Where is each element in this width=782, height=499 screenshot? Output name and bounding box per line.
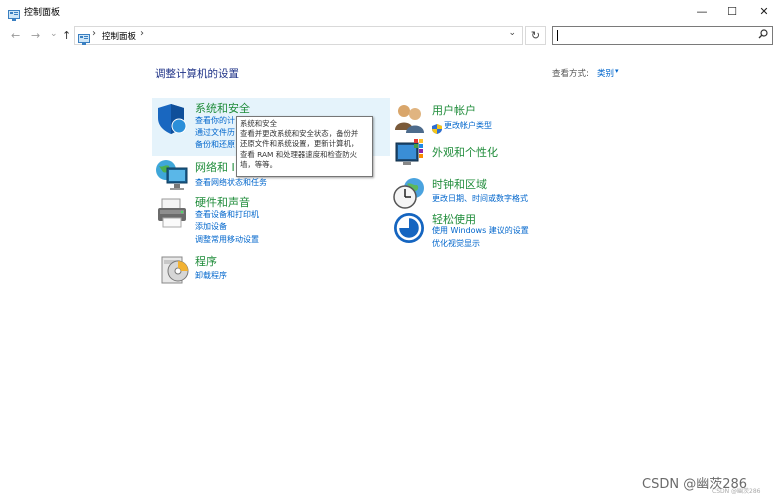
content-area: 调整计算机的设置 查看方式: 类别 ▾ 系统和安全 查看你的计 通过文件历 备份… (0, 48, 782, 499)
page-title: 调整计算机的设置 (155, 68, 239, 80)
link-view-computer-status[interactable]: 查看你的计 (195, 115, 235, 126)
chevron-right-icon[interactable]: › (140, 28, 144, 39)
refresh-button[interactable]: ↻ (525, 26, 546, 45)
link-devices-printers[interactable]: 查看设备和打印机 (195, 209, 259, 220)
title-bar: 控制面板 — ☐ ✕ (0, 0, 782, 24)
link-change-account-type[interactable]: 更改帐户类型 (444, 120, 492, 131)
control-panel-icon (78, 30, 90, 45)
clock-globe-icon (393, 176, 427, 210)
recent-locations-icon[interactable]: ⌄ (50, 29, 58, 39)
link-recommended-settings[interactable]: 使用 Windows 建议的设置 (432, 225, 529, 236)
tooltip-line: 查看 RAM 和处理器速度和检查防火 (240, 149, 358, 159)
chevron-down-icon[interactable]: ⌄ (508, 28, 516, 38)
appearance-monitor-icon (394, 137, 428, 171)
forward-arrow-icon[interactable]: → (31, 29, 40, 42)
category-title-hardware-sound[interactable]: 硬件和声音 (195, 194, 250, 210)
back-arrow-icon[interactable]: ← (11, 29, 20, 42)
tooltip-line: 查看并更改系统和安全状态，备份并 (240, 129, 359, 139)
control-panel-window: 控制面板 — ☐ ✕ ← → ⌄ ↑ › 控制面板 › ⌄ ↻ 调整计算机的设置 (0, 0, 782, 499)
tooltip-system-security: 系统和安全 查看并更改系统和安全状态，备份并 还原文件和系统设置，更新计算机， … (236, 116, 373, 177)
minimize-button[interactable]: — (687, 0, 717, 24)
link-mobility-settings[interactable]: 调整常用移动设置 (195, 234, 259, 245)
printer-icon (156, 196, 190, 230)
link-uninstall-program[interactable]: 卸载程序 (195, 270, 227, 281)
search-input[interactable] (552, 26, 773, 45)
up-arrow-icon[interactable]: ↑ (62, 29, 71, 42)
text-caret (557, 30, 558, 41)
breadcrumb-control-panel[interactable]: 控制面板 (102, 30, 136, 42)
chevron-right-icon[interactable]: › (92, 28, 96, 39)
watermark-small-text: CSDN @幽茨286 (712, 488, 761, 495)
category-title-clock-region[interactable]: 时钟和区域 (432, 176, 487, 192)
category-title-network-internet[interactable]: 网络和 I (195, 159, 235, 175)
programs-disc-icon (158, 251, 192, 285)
window-title: 控制面板 (24, 8, 61, 18)
users-icon (393, 102, 427, 136)
maximize-button[interactable]: ☐ (717, 0, 747, 24)
category-title-appearance[interactable]: 外观和个性化 (432, 144, 498, 160)
link-network-status-tasks[interactable]: 查看网络状态和任务 (195, 177, 267, 188)
control-panel-icon (8, 6, 20, 21)
ease-of-access-icon (393, 211, 427, 245)
link-add-device[interactable]: 添加设备 (195, 221, 227, 232)
network-globe-icon (155, 158, 189, 192)
tooltip-line: 还原文件和系统设置，更新计算机， (240, 139, 359, 149)
view-by-label: 查看方式: (552, 69, 589, 79)
address-bar: ← → ⌄ ↑ › 控制面板 › ⌄ ↻ (0, 24, 782, 48)
shield-icon (156, 102, 190, 136)
tooltip-line: 墙，等等。 (240, 159, 277, 169)
close-button[interactable]: ✕ (749, 0, 779, 24)
tooltip-line: 系统和安全 (240, 119, 277, 128)
category-title-system-security[interactable]: 系统和安全 (195, 100, 250, 116)
link-file-history[interactable]: 通过文件历 (195, 127, 235, 138)
link-optimize-visual-display[interactable]: 优化视觉显示 (432, 238, 480, 249)
address-box[interactable]: › 控制面板 › ⌄ (74, 26, 523, 45)
category-title-programs[interactable]: 程序 (195, 253, 217, 269)
chevron-down-icon[interactable]: ▾ (615, 67, 619, 75)
category-title-user-accounts[interactable]: 用户帐户 (432, 102, 476, 118)
link-backup-restore[interactable]: 备份和还原 (195, 139, 235, 150)
link-change-date-time-format[interactable]: 更改日期、时间或数字格式 (432, 193, 528, 204)
uac-shield-icon (432, 119, 442, 134)
view-by-dropdown[interactable]: 类别 (597, 67, 614, 79)
search-icon[interactable] (758, 29, 768, 42)
